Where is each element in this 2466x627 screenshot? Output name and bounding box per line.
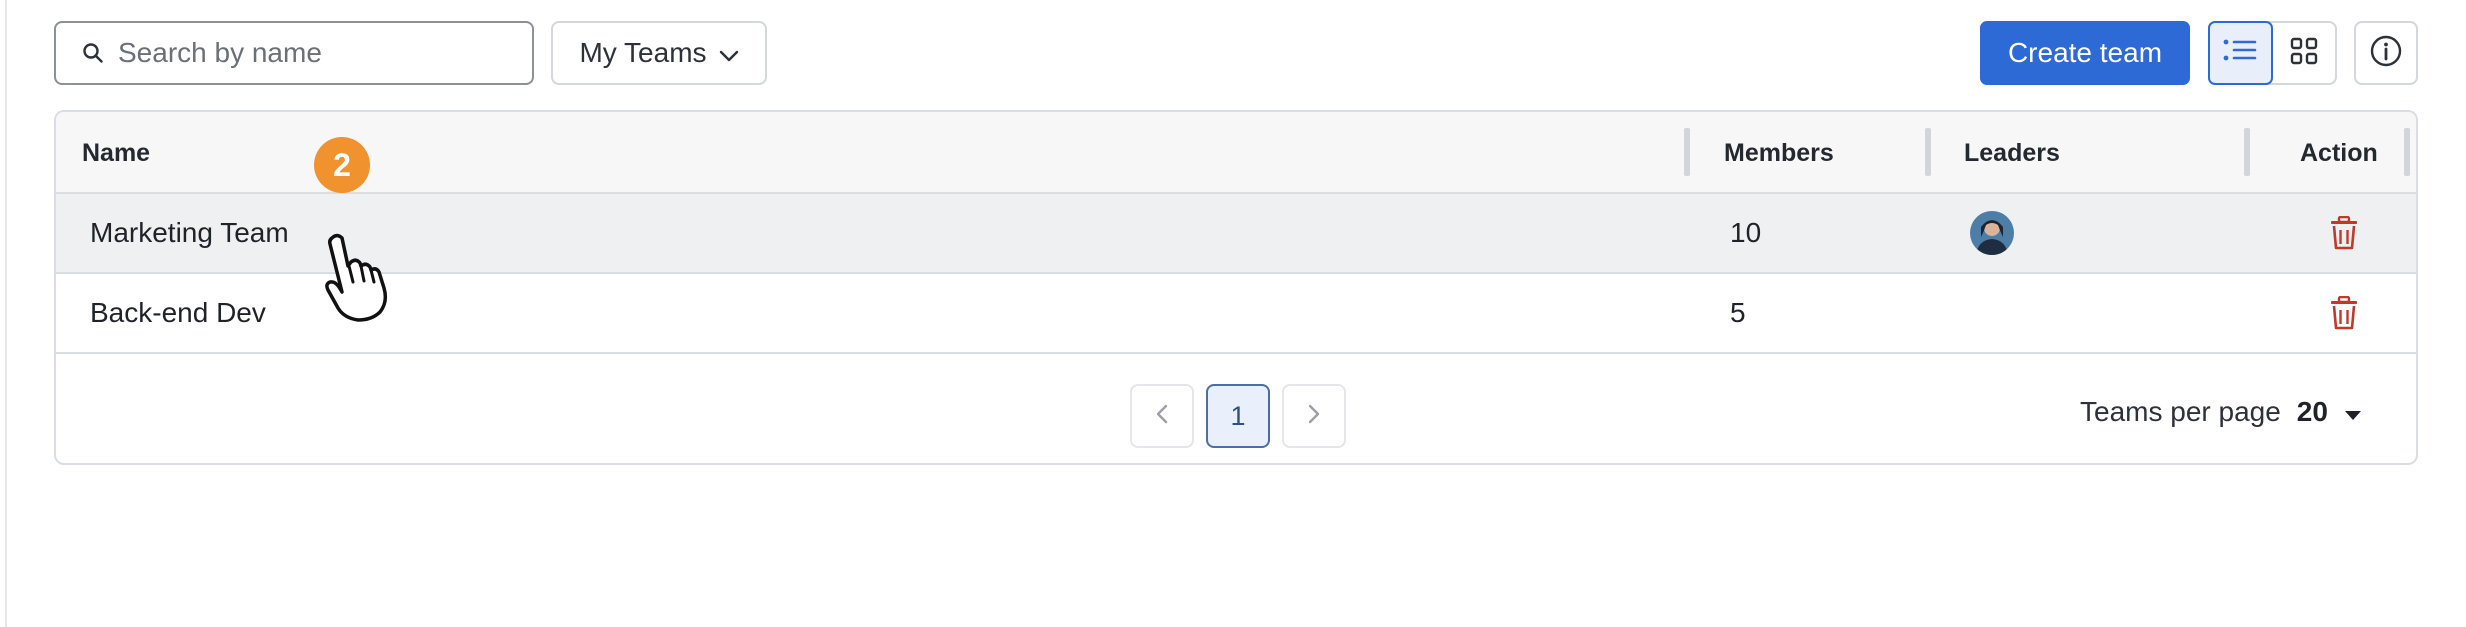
column-header-action: Action bbox=[2300, 138, 2378, 167]
create-team-button[interactable]: Create team bbox=[1980, 21, 2190, 85]
per-page-label: Teams per page bbox=[2080, 396, 2281, 427]
members-count: 10 bbox=[1730, 217, 1762, 248]
team-name[interactable]: Marketing Team bbox=[90, 194, 289, 272]
column-header-name[interactable]: Name bbox=[82, 112, 150, 194]
table-header: Name Members Leaders Action bbox=[56, 112, 2416, 194]
view-toggle-group bbox=[2208, 21, 2337, 85]
step-badge: 2 bbox=[314, 137, 370, 193]
chevron-right-icon bbox=[1308, 404, 1320, 429]
table-row[interactable]: Marketing Team 10 bbox=[56, 194, 2416, 274]
info-button[interactable] bbox=[2354, 21, 2418, 85]
delete-button[interactable] bbox=[2324, 194, 2364, 272]
caret-down-icon bbox=[2344, 396, 2362, 428]
per-page-value[interactable]: 20 bbox=[2297, 396, 2328, 428]
column-resize-handle[interactable] bbox=[1684, 128, 1690, 176]
column-header-members[interactable]: Members bbox=[1724, 112, 1834, 194]
grid-view-icon bbox=[2290, 37, 2318, 70]
teams-table: Name Members Leaders Action Marketing Te… bbox=[54, 110, 2418, 465]
table-row[interactable]: Back-end Dev 5 bbox=[56, 274, 2416, 354]
prev-page-button[interactable] bbox=[1130, 384, 1194, 448]
trash-icon bbox=[2324, 213, 2364, 253]
members-count: 5 bbox=[1730, 297, 1746, 328]
leader-avatar-cell bbox=[1970, 194, 2014, 272]
grid-view-button[interactable] bbox=[2273, 23, 2335, 83]
team-filter-dropdown[interactable]: My Teams bbox=[551, 21, 767, 85]
pagination-bar: 1 Teams per page 20 bbox=[56, 358, 2416, 463]
trash-icon bbox=[2324, 293, 2364, 333]
next-page-button[interactable] bbox=[1282, 384, 1346, 448]
column-resize-handle[interactable] bbox=[1925, 128, 1931, 176]
info-icon bbox=[2369, 34, 2403, 73]
search-input[interactable] bbox=[118, 37, 498, 69]
search-icon bbox=[78, 38, 108, 68]
column-resize-handle[interactable] bbox=[2244, 128, 2250, 176]
team-filter-label: My Teams bbox=[579, 37, 707, 68]
chevron-down-icon bbox=[719, 37, 739, 69]
delete-button[interactable] bbox=[2324, 274, 2364, 352]
avatar[interactable] bbox=[1970, 211, 2014, 255]
page-number-button[interactable]: 1 bbox=[1206, 384, 1270, 448]
create-team-label: Create team bbox=[2007, 37, 2163, 68]
per-page-selector[interactable]: Teams per page 20 bbox=[2080, 396, 2362, 428]
column-resize-handle[interactable] bbox=[2404, 128, 2410, 176]
hand-cursor-icon bbox=[318, 232, 398, 322]
chevron-left-icon bbox=[1156, 404, 1168, 429]
list-view-icon bbox=[2223, 38, 2257, 69]
toolbar: My Teams Create team bbox=[0, 0, 2466, 108]
team-name[interactable]: Back-end Dev bbox=[90, 274, 266, 352]
column-header-leaders[interactable]: Leaders bbox=[1964, 112, 2060, 194]
list-view-button[interactable] bbox=[2208, 21, 2273, 85]
search-box[interactable] bbox=[54, 21, 534, 85]
